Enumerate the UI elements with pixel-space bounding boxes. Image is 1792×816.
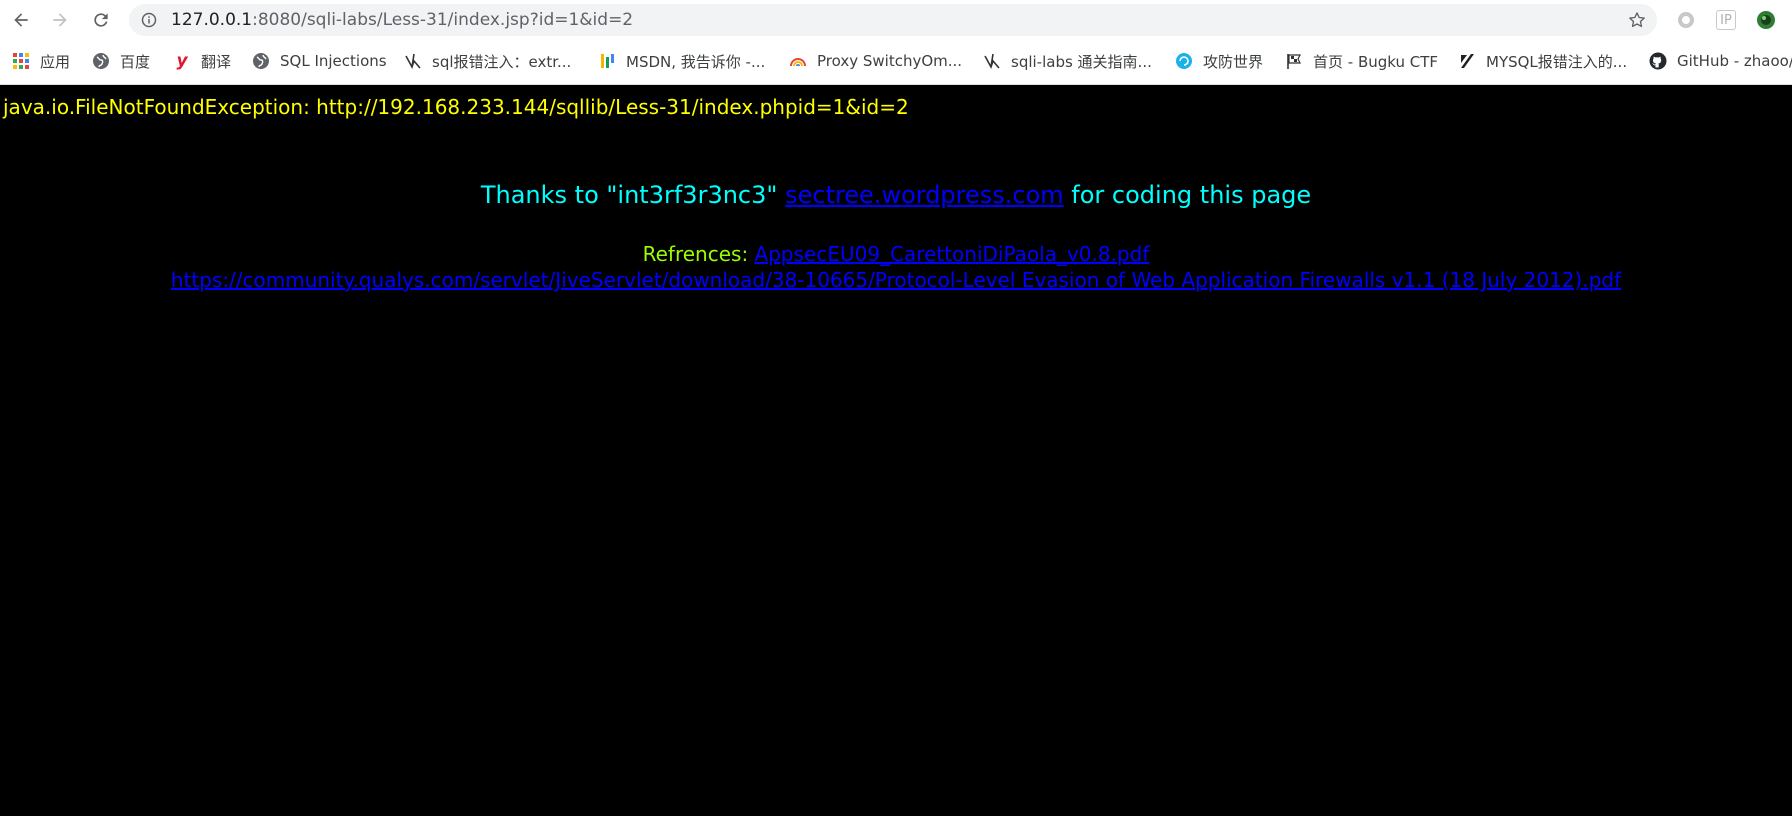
credits-suffix: for coding this page — [1063, 181, 1312, 209]
bookmark-label: 翻译 — [201, 52, 232, 71]
browser-toolbar: 127.0.0.1:8080/sqli-labs/Less-31/index.j… — [0, 0, 1792, 40]
github-icon — [1649, 52, 1667, 70]
bookmark-label: sqli-labs 通关指南... — [1011, 52, 1152, 71]
bookmark-bugku[interactable]: 首页 - Bugku CTF — [1285, 40, 1438, 82]
bookmark-label: GitHub - zhaoo/ — [1677, 52, 1792, 70]
sectree-link[interactable]: sectree.wordpress.com — [785, 181, 1064, 209]
bookmark-sqli-labs-guide[interactable]: sqli-labs 通关指南... — [983, 40, 1152, 82]
appsec-pdf-link[interactable]: AppsecEU09_CarettoniDiPaola_v0.8.pdf — [755, 242, 1150, 266]
youdao-icon: y — [176, 51, 188, 71]
bookmark-label: MSDN, 我告诉你 -... — [626, 52, 766, 71]
arrow-left-icon — [14, 13, 28, 27]
profile-avatar-icon[interactable] — [1756, 10, 1776, 30]
bookmark-label: 百度 — [120, 52, 151, 71]
bookmark-msdn[interactable]: MSDN, 我告诉你 -... — [598, 40, 765, 82]
bird-icon — [983, 52, 1001, 70]
credits-line: Thanks to "int3rf3r3nc3" sectree.wordpre… — [0, 181, 1792, 209]
url-text[interactable]: 127.0.0.1:8080/sqli-labs/Less-31/index.j… — [171, 4, 633, 36]
reload-icon — [94, 13, 108, 27]
bookmark-adworld[interactable]: 攻防世界 — [1175, 40, 1263, 82]
info-icon[interactable] — [141, 12, 157, 28]
bookmark-label: Proxy SwitchyOm... — [817, 52, 963, 70]
bookmark-translate[interactable]: y 翻译 — [173, 40, 231, 82]
arrow-right-icon — [53, 13, 67, 27]
bookmark-label: 首页 - Bugku CTF — [1313, 52, 1439, 71]
circle-extension-icon[interactable] — [1676, 10, 1696, 30]
error-message: java.io.FileNotFoundException: http://19… — [3, 95, 909, 119]
zhihu-icon — [1458, 52, 1476, 70]
swirl-icon — [1175, 52, 1193, 70]
globe-icon — [252, 52, 270, 70]
bird-icon — [404, 52, 422, 70]
flag-icon — [1285, 52, 1303, 70]
msdn-icon — [598, 52, 616, 70]
url-host: 127.0.0.1 — [171, 10, 253, 30]
qualys-pdf-link[interactable]: https://community.qualys.com/servlet/Jiv… — [171, 268, 1621, 292]
globe-icon — [92, 52, 110, 70]
bookmark-sql-error-injection[interactable]: sql报错注入：extr... — [404, 40, 571, 82]
back-button[interactable] — [9, 8, 33, 32]
rainbow-icon — [789, 52, 807, 70]
references-label: Refrences: — [642, 242, 755, 266]
address-bar[interactable]: 127.0.0.1:8080/sqli-labs/Less-31/index.j… — [129, 4, 1657, 36]
references-block: Refrences: AppsecEU09_CarettoniDiPaola_v… — [0, 241, 1792, 293]
bookmark-label: 攻防世界 — [1203, 52, 1264, 71]
apps-grid-icon — [12, 52, 30, 70]
bookmarks-bar: 应用 百度 y 翻译 SQL Injections sql报错注入：extr..… — [0, 40, 1792, 85]
bookmark-label: sql报错注入：extr... — [432, 52, 572, 71]
bookmark-mysql-error-injection[interactable]: MYSQL报错注入的... — [1458, 40, 1627, 82]
reload-button[interactable] — [89, 8, 113, 32]
bookmark-label: SQL Injections — [280, 52, 387, 70]
bookmark-apps[interactable]: 应用 — [12, 40, 70, 82]
bookmark-label: MYSQL报错注入的... — [1486, 52, 1628, 71]
bookmark-sql-injections[interactable]: SQL Injections — [252, 40, 387, 82]
url-path: :8080/sqli-labs/Less-31/index.jsp?id=1&i… — [252, 10, 634, 30]
bookmark-label: 应用 — [40, 52, 71, 71]
bookmark-star-icon[interactable] — [1627, 10, 1647, 30]
bookmark-baidu[interactable]: 百度 — [92, 40, 150, 82]
credits-prefix: Thanks to "int3rf3r3nc3" — [480, 181, 786, 209]
bookmark-proxy-switchyomega[interactable]: Proxy SwitchyOm... — [789, 40, 962, 82]
references-line-2: https://community.qualys.com/servlet/Jiv… — [0, 267, 1792, 293]
forward-button[interactable] — [48, 8, 72, 32]
page-body: java.io.FileNotFoundException: http://19… — [0, 85, 1792, 816]
bookmark-github[interactable]: GitHub - zhaoo/ — [1649, 40, 1792, 82]
references-line-1: Refrences: AppsecEU09_CarettoniDiPaola_v… — [0, 241, 1792, 267]
ip-extension-icon[interactable]: IP — [1716, 10, 1736, 30]
